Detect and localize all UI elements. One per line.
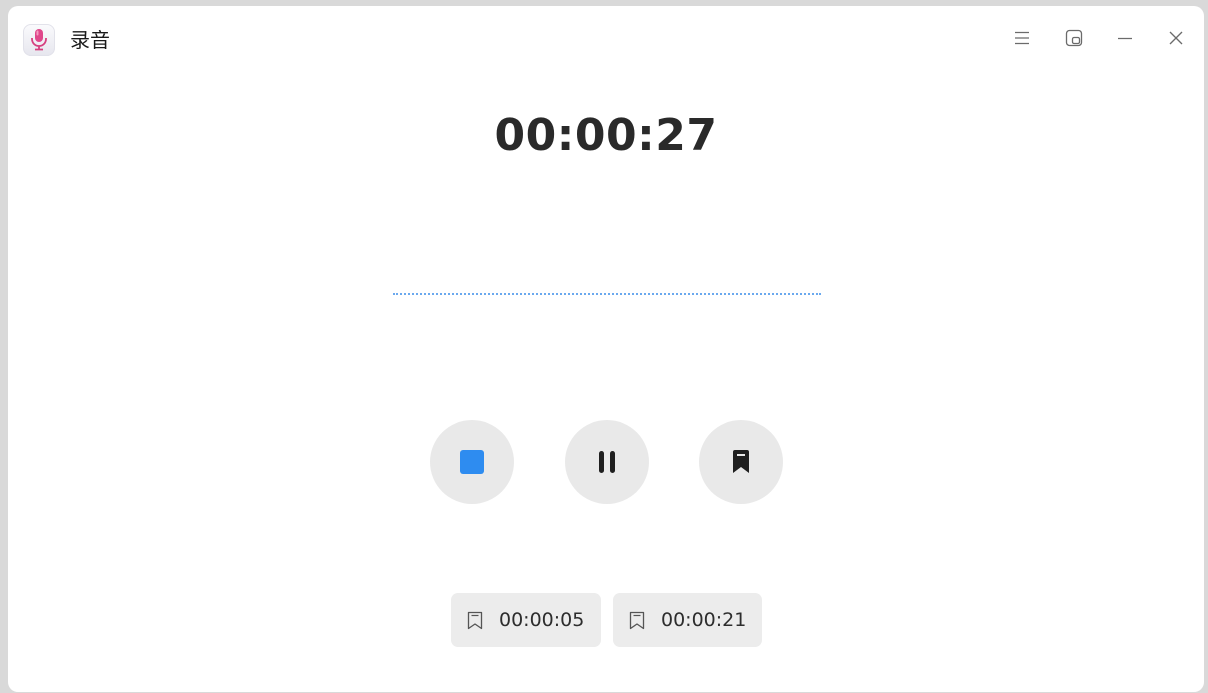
hamburger-menu-icon [1015,31,1029,45]
pause-button[interactable] [565,420,649,504]
elapsed-timer: 00:00:27 [494,110,718,161]
marker-item[interactable]: 00:00:05 [451,593,601,647]
menu-button[interactable] [1006,22,1038,54]
mini-mode-button[interactable] [1058,22,1090,54]
stop-icon [460,450,484,474]
minimize-icon [1118,37,1132,40]
marker-time: 00:00:21 [661,609,747,631]
pause-icon [599,451,615,473]
close-icon [1169,31,1183,45]
close-button[interactable] [1160,22,1192,54]
title-bar: 录音 [8,6,1204,68]
marker-item[interactable]: 00:00:21 [613,593,762,647]
minimize-button[interactable] [1109,22,1141,54]
marker-time: 00:00:05 [499,609,585,631]
waveform [393,293,821,295]
bookmark-outline-icon [629,610,647,630]
bookmark-outline-icon [467,610,485,630]
bookmark-icon [733,450,749,473]
add-marker-button[interactable] [699,420,783,504]
mini-window-icon [1065,29,1083,47]
stop-button[interactable] [430,420,514,504]
marker-list: 00:00:05 00:00:21 [8,593,1204,647]
microphone-icon [23,24,55,56]
recorder-window: 录音 00:00:27 00:00:05 00:00:21 [8,6,1204,692]
app-title: 录音 [70,28,110,52]
